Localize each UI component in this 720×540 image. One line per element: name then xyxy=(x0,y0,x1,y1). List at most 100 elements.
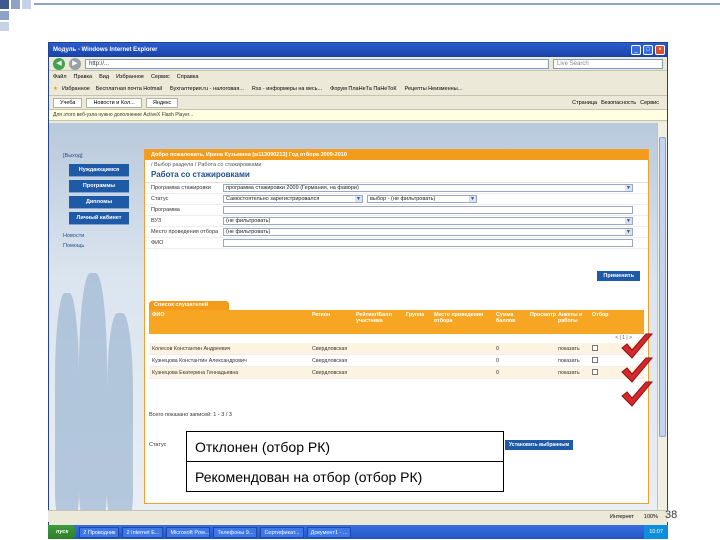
status-label: Статус xyxy=(149,442,167,448)
favorites-button[interactable]: Избранное xyxy=(62,86,90,92)
fio-input[interactable] xyxy=(223,239,633,247)
taskbar-item[interactable]: 2 Internet E... xyxy=(122,526,164,538)
chevron-down-icon[interactable]: ▼ xyxy=(355,196,362,202)
column-header[interactable]: Анкеты и работы xyxy=(555,312,589,324)
minimize-button[interactable]: _ xyxy=(631,45,641,55)
filter-label: Место проведения отбора xyxy=(151,229,219,235)
university-select[interactable]: (не фильтровать) ▼ xyxy=(223,217,633,225)
star-icon[interactable]: ★ xyxy=(53,86,58,92)
internet-zone: Интернет xyxy=(609,513,634,520)
show-link[interactable]: показать xyxy=(555,358,589,364)
program-select[interactable]: программа стажировки 2009 (Германия, на … xyxy=(223,184,633,192)
favorite-link[interactable]: Бесплатная почта Hotmail xyxy=(94,85,164,93)
url-input[interactable]: http://... xyxy=(85,58,549,69)
taskbar-item[interactable]: Microsoft Pow... xyxy=(166,526,211,538)
tool-service[interactable]: Сервис xyxy=(640,100,667,106)
column-header[interactable]: ФИО xyxy=(149,312,309,318)
column-header[interactable]: Рейтинг/Балл участника xyxy=(353,312,403,324)
menu-help[interactable]: Справка xyxy=(177,74,199,80)
menu-tools[interactable]: Сервис xyxy=(151,74,170,80)
sidebar-item-account[interactable]: Личный кабинет xyxy=(69,212,129,225)
choice-select[interactable]: выбор - (не фильтровать) ▼ xyxy=(367,195,477,203)
programma-input[interactable] xyxy=(223,206,633,214)
slide-decoration xyxy=(0,11,9,20)
row-checkbox[interactable] xyxy=(592,368,598,375)
sidebar-item-diplomas[interactable]: Дипломы xyxy=(69,196,129,209)
filter-label: Программа стажировки xyxy=(151,185,211,191)
status-select[interactable]: Самостоятельно зарегистрировался ▼ xyxy=(223,195,363,203)
filter-row: Программа xyxy=(145,205,648,216)
column-header[interactable]: Отбор xyxy=(589,312,629,318)
tab-news[interactable]: Новости и Кол... xyxy=(86,97,142,108)
search-input[interactable]: Live Search xyxy=(553,58,663,69)
sidebar: [Выход] Нуждающимся Программы Дипломы Ли… xyxy=(63,151,135,251)
filter-row: Место проведения отбора (не фильтровать)… xyxy=(145,227,648,238)
favorite-link[interactable]: Форум ПлаНеТа ПаНеТоК xyxy=(328,85,398,93)
scrollbar-thumb[interactable] xyxy=(659,137,666,437)
chevron-down-icon[interactable]: ▼ xyxy=(625,218,632,224)
chevron-down-icon[interactable]: ▼ xyxy=(625,229,632,235)
chevron-down-icon[interactable]: ▼ xyxy=(625,185,632,191)
column-header[interactable]: Место проведения отбора xyxy=(431,312,493,324)
set-selected-button[interactable]: Установить выбранным xyxy=(505,440,574,450)
row-checkbox[interactable] xyxy=(592,344,598,351)
sidebar-link-news[interactable]: Новости xyxy=(63,231,135,241)
show-link[interactable]: показать xyxy=(555,370,589,376)
breadcrumb[interactable]: / Выбор раздела / Работа со стажировками xyxy=(145,160,648,170)
status-options-callout: Отклонен (отбор РК) Рекомендован на отбо… xyxy=(186,431,504,492)
forward-arrow-icon[interactable]: ▶ xyxy=(69,57,81,70)
tab-bar: Учеба Новости и Кол... Яндекс Страница Б… xyxy=(49,96,667,110)
tab-study[interactable]: Учеба xyxy=(53,97,83,108)
apply-button[interactable]: Применить xyxy=(597,271,640,281)
show-link[interactable]: показать xyxy=(555,346,589,352)
option-recommended[interactable]: Рекомендован на отбор (отбор РК) xyxy=(187,462,503,492)
filter-row: ВУЗ (не фильтровать) ▼ xyxy=(145,216,648,227)
slide-decoration xyxy=(22,0,31,9)
sidebar-item-programs[interactable]: Программы xyxy=(69,180,129,193)
maximize-button[interactable]: □ xyxy=(643,45,653,55)
sidebar-item-needy[interactable]: Нуждающимся xyxy=(69,164,129,177)
sidebar-link-help[interactable]: Помощь xyxy=(63,241,135,251)
slide-decoration-line xyxy=(34,3,720,5)
close-button[interactable]: × xyxy=(655,45,665,55)
row-name: Колесов Константин Андреевич xyxy=(152,345,231,352)
menu-file[interactable]: Файл xyxy=(53,74,67,80)
tab-yandex[interactable]: Яндекс xyxy=(145,97,179,108)
menu-favorites[interactable]: Избранное xyxy=(116,74,144,80)
info-bar[interactable]: Для этого веб-узла нужно дополнение Acti… xyxy=(49,110,667,121)
clock: 10:07 xyxy=(644,525,668,539)
start-button[interactable]: пуск xyxy=(48,525,77,539)
table-row: Кузнецова Екатерина Геннадьевна Свердлов… xyxy=(149,367,644,379)
favorite-link[interactable]: Бухгалтерия.ru - налоговая... xyxy=(168,85,246,93)
row-score: 0 xyxy=(496,357,499,364)
exit-label: Выход xyxy=(64,153,81,159)
favorite-link[interactable]: Rss - информеры на весь... xyxy=(250,85,324,93)
menu-edit[interactable]: Правка xyxy=(74,74,93,80)
column-header[interactable]: Группа xyxy=(403,312,431,318)
row-checkbox[interactable] xyxy=(592,356,598,363)
filter-row: Программа стажировки программа стажировк… xyxy=(145,183,648,194)
taskbar-item[interactable]: 2 Проводник xyxy=(79,526,120,538)
tool-page[interactable]: Страница xyxy=(572,100,597,106)
chevron-down-icon[interactable]: ▼ xyxy=(469,196,476,202)
column-header[interactable]: Просмотр xyxy=(527,312,556,318)
table-header: ФИО Регион Рейтинг/Балл участника Группа… xyxy=(149,310,644,334)
selection-place-select[interactable]: (не фильтровать) ▼ xyxy=(223,228,633,236)
taskbar-item[interactable]: Документ1 - ... xyxy=(306,526,351,538)
option-rejected[interactable]: Отклонен (отбор РК) xyxy=(187,432,503,462)
red-checkmark-icon xyxy=(621,381,654,407)
column-header[interactable]: Сумма баллов xyxy=(493,312,527,324)
menu-view[interactable]: Вид xyxy=(99,74,109,80)
tool-security[interactable]: Безопасность xyxy=(601,100,636,106)
silhouette xyxy=(79,273,107,511)
taskbar-item[interactable]: Телефоны 9... xyxy=(213,526,258,538)
filter-label: ФИО xyxy=(151,240,164,246)
scrollbar[interactable] xyxy=(657,123,667,511)
column-header[interactable]: Регион xyxy=(309,312,353,318)
exit-link[interactable]: [Выход] xyxy=(63,151,135,161)
back-arrow-icon[interactable]: ◀ xyxy=(53,57,65,70)
address-bar: ◀ ▶ http://... Live Search xyxy=(49,57,667,71)
pager[interactable]: < | 1 | > xyxy=(149,334,644,343)
favorite-link[interactable]: Рецепты Неизменны... xyxy=(403,85,465,93)
taskbar-item[interactable]: Сертификат... xyxy=(260,526,304,538)
